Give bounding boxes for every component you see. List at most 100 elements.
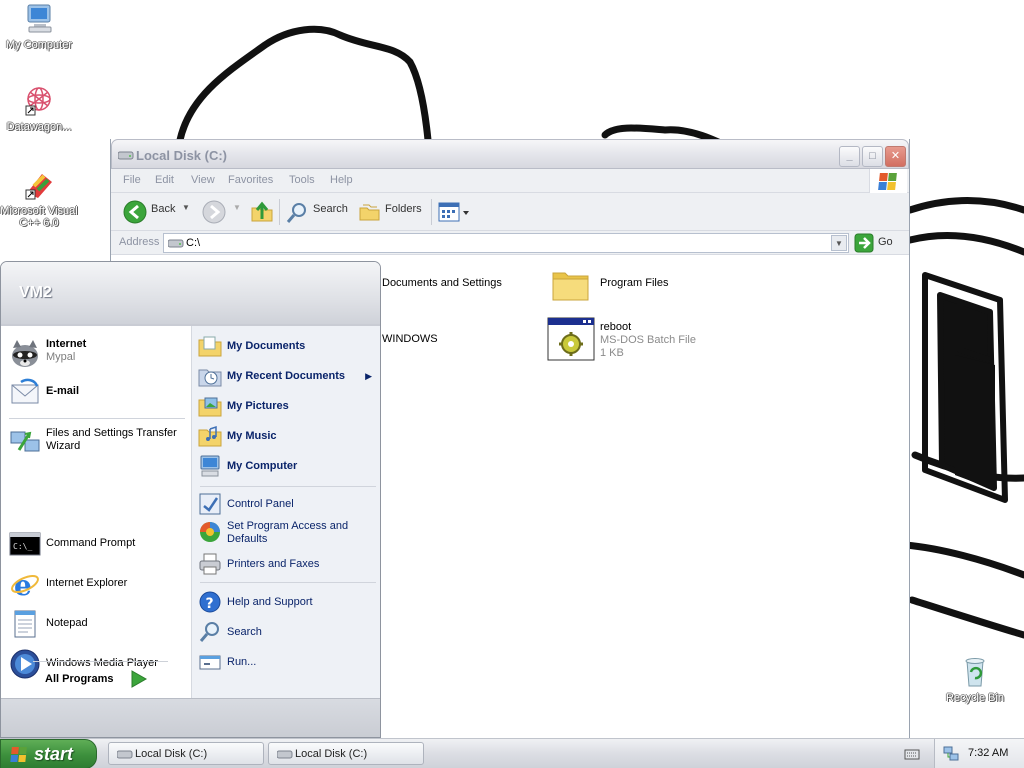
- recycle-bin-icon: [958, 655, 992, 689]
- setting-control-panel[interactable]: Control Panel: [198, 492, 378, 516]
- views-icon[interactable]: [438, 201, 472, 226]
- start-item-internet[interactable]: Internet Mypal: [9, 338, 185, 370]
- start-menu-divider: [200, 582, 376, 583]
- drive-icon: [116, 749, 133, 762]
- all-programs-button[interactable]: All Programs: [45, 667, 165, 691]
- command-prompt-icon: C:\_: [9, 528, 41, 560]
- start-menu-places: My Documents My Recent Documents ▶ My Pi…: [191, 326, 380, 698]
- file-type: MS-DOS Batch File: [600, 334, 696, 346]
- email-envelope-icon: [9, 376, 41, 408]
- tool-label: Help and Support: [227, 596, 313, 608]
- start-menu-footer: [1, 698, 380, 737]
- desktop-icon-visual-cpp[interactable]: Microsoft Visual C++ 6.0: [0, 168, 78, 229]
- user-name: VM2: [19, 284, 52, 301]
- printer-icon: [198, 552, 222, 576]
- start-menu-header: VM2: [1, 262, 380, 326]
- place-my-documents[interactable]: My Documents: [198, 334, 378, 358]
- datawagon-icon: [22, 84, 56, 118]
- forward-dropdown-icon[interactable]: ▼: [233, 203, 241, 212]
- search-button[interactable]: Search: [313, 203, 348, 215]
- setting-program-access[interactable]: Set Program Access and Defaults: [198, 520, 378, 550]
- folders-button[interactable]: Folders: [385, 203, 422, 215]
- tool-label: Run...: [227, 656, 257, 668]
- place-my-computer[interactable]: My Computer: [198, 454, 378, 478]
- setting-label: Printers and Faxes: [227, 558, 320, 570]
- desktop-icon-datawagon[interactable]: Datawagon...: [0, 84, 78, 133]
- setting-label: Control Panel: [227, 498, 294, 510]
- taskbar-button-local-disk[interactable]: Local Disk (C:): [268, 742, 424, 765]
- start-item-title: Internet: [46, 338, 87, 350]
- place-label: My Recent Documents: [227, 370, 345, 382]
- place-my-music[interactable]: My Music: [198, 424, 378, 448]
- maximize-button[interactable]: □: [862, 146, 883, 167]
- file-name: reboot: [600, 321, 632, 333]
- tool-help-and-support[interactable]: ? Help and Support: [198, 590, 378, 614]
- folders-icon[interactable]: [359, 202, 381, 225]
- forward-arrow-icon[interactable]: [202, 200, 226, 227]
- start-button[interactable]: start: [0, 739, 97, 768]
- tool-search[interactable]: Search: [198, 620, 378, 644]
- tool-run[interactable]: Run...: [198, 650, 378, 674]
- close-button[interactable]: ✕: [885, 146, 906, 167]
- taskbar: start Local Disk (C:) Local Disk (C:) 7:…: [0, 738, 1024, 768]
- keyboard-icon[interactable]: [904, 747, 920, 764]
- start-item-notepad[interactable]: Notepad: [9, 608, 185, 640]
- help-icon: ?: [198, 590, 222, 614]
- start-item-subtitle: Mypal: [46, 351, 76, 363]
- drive-icon: [117, 150, 134, 163]
- setting-printers-and-faxes[interactable]: Printers and Faxes: [198, 552, 378, 576]
- address-value: C:\: [186, 237, 201, 249]
- recent-documents-icon: [198, 364, 222, 388]
- explorer-titlebar[interactable]: Local Disk (C:) _ □ ✕: [111, 139, 909, 169]
- menu-tools[interactable]: Tools: [289, 174, 315, 186]
- address-input[interactable]: C:\ ▼: [163, 233, 849, 253]
- start-item-title: Notepad: [46, 617, 88, 629]
- go-button[interactable]: Go: [854, 233, 893, 256]
- setting-label: Set Program Access and Defaults: [227, 520, 349, 545]
- up-folder-icon[interactable]: [250, 200, 274, 227]
- start-item-email[interactable]: E-mail: [9, 376, 185, 408]
- desktop-icon-label: Datawagon...: [6, 121, 72, 133]
- start-label: start: [34, 744, 74, 764]
- my-computer-icon: [22, 2, 56, 36]
- desktop-icon-my-computer[interactable]: My Computer: [0, 2, 78, 51]
- start-menu-divider: [200, 486, 376, 487]
- menu-file[interactable]: File: [123, 174, 141, 186]
- window-title: Local Disk (C:): [136, 148, 228, 163]
- menu-favorites[interactable]: Favorites: [228, 174, 273, 186]
- desktop-icon-recycle-bin[interactable]: Recycle Bin: [936, 655, 1014, 704]
- menu-view[interactable]: View: [191, 174, 215, 186]
- back-dropdown-icon[interactable]: ▼: [182, 203, 190, 212]
- minimize-button[interactable]: _: [839, 146, 860, 167]
- control-panel-icon: [198, 492, 222, 516]
- start-item-files-settings-transfer[interactable]: Files and Settings Transfer Wizard: [9, 426, 185, 458]
- drive-icon: [276, 749, 293, 762]
- back-arrow-icon[interactable]: [123, 200, 147, 227]
- start-menu-divider: [9, 418, 185, 419]
- desktop-icon-label: Microsoft Visual C++ 6.0: [0, 205, 78, 229]
- menu-edit[interactable]: Edit: [155, 174, 174, 186]
- my-music-folder-icon: [198, 424, 222, 448]
- my-pictures-folder-icon: [198, 394, 222, 418]
- back-button[interactable]: Back: [151, 203, 175, 215]
- start-item-internet-explorer[interactable]: e Internet Explorer: [9, 568, 185, 602]
- place-label: My Pictures: [227, 400, 289, 412]
- menu-help[interactable]: Help: [330, 174, 353, 186]
- place-my-recent-documents[interactable]: My Recent Documents ▶: [198, 364, 378, 388]
- taskbar-button-local-disk[interactable]: Local Disk (C:): [108, 742, 264, 765]
- submenu-arrow-icon: ▶: [365, 371, 372, 381]
- start-item-command-prompt[interactable]: C:\_ Command Prompt: [9, 528, 185, 560]
- windows-logo-icon: [869, 169, 907, 193]
- start-menu: VM2 Internet Mypal E-mail Files and Sett…: [0, 261, 381, 738]
- network-icon[interactable]: [943, 746, 959, 765]
- start-menu-divider: [33, 661, 168, 662]
- start-item-title: Files and Settings Transfer Wizard: [46, 427, 177, 452]
- start-menu-programs: Internet Mypal E-mail Files and Settings…: [1, 326, 191, 698]
- standard-toolbar: Back ▼ ▼ Search Folders: [111, 193, 909, 231]
- media-player-icon: [9, 648, 41, 680]
- search-icon[interactable]: [285, 201, 309, 228]
- visual-cpp-icon: [22, 168, 56, 202]
- address-dropdown-button[interactable]: ▼: [831, 235, 847, 251]
- drive-icon: [167, 238, 184, 252]
- place-my-pictures[interactable]: My Pictures: [198, 394, 378, 418]
